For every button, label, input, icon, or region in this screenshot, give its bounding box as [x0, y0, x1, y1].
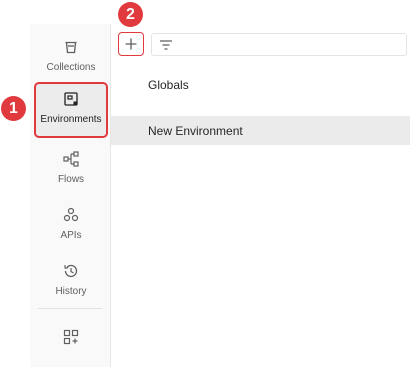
- environment-name: New Environment: [148, 123, 243, 138]
- flows-icon: [63, 151, 79, 167]
- configure-sidebar-button[interactable]: [34, 320, 108, 354]
- sidebar-item-flows[interactable]: Flows: [34, 142, 108, 194]
- plus-icon: [125, 38, 137, 50]
- callout-badge-1: 1: [1, 96, 26, 121]
- environment-item-new-environment[interactable]: New Environment: [111, 116, 410, 145]
- sidebar-divider: [38, 308, 102, 309]
- sidebar-item-label: History: [55, 286, 87, 297]
- app-window: Collections Environments Flows APIs Hist…: [0, 0, 410, 367]
- environment-name: Globals: [148, 77, 189, 92]
- sidebar: Collections Environments Flows APIs Hist…: [30, 24, 111, 367]
- add-environment-button[interactable]: [118, 32, 144, 56]
- sidebar-item-history[interactable]: History: [34, 254, 108, 306]
- apis-icon: [63, 207, 79, 222]
- environments-icon: [64, 92, 78, 106]
- history-icon: [64, 264, 78, 278]
- sidebar-item-collections[interactable]: Collections: [34, 30, 108, 82]
- filter-icon: [160, 40, 172, 50]
- sidebar-item-label: Collections: [46, 62, 96, 73]
- toolbar: [111, 24, 410, 64]
- sidebar-item-environments[interactable]: Environments: [34, 82, 108, 138]
- callout-badge-2: 2: [118, 2, 143, 27]
- sidebar-item-label: APIs: [60, 230, 82, 241]
- sidebar-item-label: Environments: [40, 114, 102, 125]
- filter-input[interactable]: [151, 33, 407, 56]
- environments-panel: Globals New Environment: [111, 24, 410, 367]
- collections-icon: [65, 41, 77, 54]
- sidebar-item-apis[interactable]: APIs: [34, 198, 108, 250]
- environment-item-globals[interactable]: Globals: [111, 70, 410, 99]
- sidebar-item-label: Flows: [57, 174, 85, 185]
- add-workbench-icon: [63, 329, 79, 345]
